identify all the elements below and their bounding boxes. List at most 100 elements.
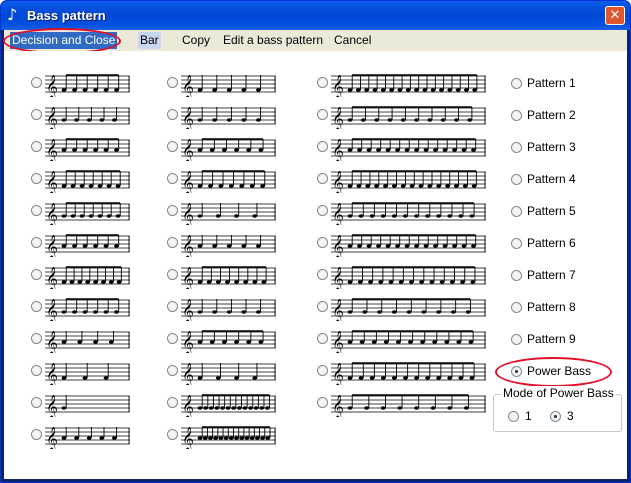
staff-notation: 𝄞 xyxy=(181,170,276,193)
staff-notation: 𝄞 xyxy=(331,138,486,161)
staff-pattern-radio[interactable] xyxy=(31,301,42,312)
mode-radio-3[interactable] xyxy=(550,411,561,422)
window-title: Bass pattern xyxy=(27,8,106,23)
staff-pattern-radio[interactable] xyxy=(167,173,178,184)
pattern-radio-8[interactable] xyxy=(511,302,522,313)
mode-group-title: Mode of Power Bass xyxy=(501,386,616,400)
staff-pattern-radio[interactable] xyxy=(167,237,178,248)
staff-pattern-radio[interactable] xyxy=(31,109,42,120)
staff-pattern-radio[interactable] xyxy=(31,173,42,184)
staff-pattern-radio[interactable] xyxy=(167,333,178,344)
staff-pattern-radio[interactable] xyxy=(317,365,328,376)
pattern-radio-2[interactable] xyxy=(511,110,522,121)
svg-text:𝄞: 𝄞 xyxy=(182,298,194,321)
svg-text:𝄞: 𝄞 xyxy=(182,362,194,385)
staff-pattern-radio[interactable] xyxy=(167,109,178,120)
staff-pattern-radio[interactable] xyxy=(317,205,328,216)
pattern-radio-6[interactable] xyxy=(511,238,522,249)
staff-notation: 𝄞 xyxy=(331,202,486,225)
menu-copy[interactable]: Copy xyxy=(180,32,212,49)
menu-bar-item[interactable]: Bar xyxy=(138,32,161,49)
staff-notation: 𝄞 xyxy=(331,330,486,353)
svg-text:𝄞: 𝄞 xyxy=(182,74,194,97)
staff-pattern-radio[interactable] xyxy=(31,333,42,344)
svg-text:𝄞: 𝄞 xyxy=(182,330,194,353)
staff-pattern-radio[interactable] xyxy=(167,77,178,88)
staff-pattern-radio[interactable] xyxy=(167,301,178,312)
pattern-radio-5[interactable] xyxy=(511,206,522,217)
pattern-radio-4[interactable] xyxy=(511,174,522,185)
staff-pattern-radio[interactable] xyxy=(317,269,328,280)
staff-pattern-radio[interactable] xyxy=(167,269,178,280)
svg-text:𝄞: 𝄞 xyxy=(332,266,344,289)
staff-notation: 𝄞 xyxy=(45,106,130,129)
pattern-label-2: Pattern 2 xyxy=(527,108,576,122)
staff-pattern-radio[interactable] xyxy=(317,301,328,312)
pattern-area: 𝄞 𝄞 𝄞 𝄞 𝄞 𝄞 𝄞 𝄞 𝄞 𝄞 𝄞 𝄞 𝄞 𝄞 𝄞 𝄞 𝄞 𝄞 𝄞 𝄞 𝄞 𝄞 𝄞 𝄞 𝄞 𝄞 𝄞 𝄞 𝄞 𝄞 𝄞 𝄞 𝄞 𝄞 𝄞 Patt… xyxy=(4,51,627,479)
staff-pattern-radio[interactable] xyxy=(167,205,178,216)
staff-notation: 𝄞 xyxy=(181,362,276,385)
svg-text:𝄞: 𝄞 xyxy=(46,394,58,417)
pattern-label-6: Pattern 6 xyxy=(527,236,576,250)
staff-pattern-radio[interactable] xyxy=(167,429,178,440)
staff-notation: 𝄞 xyxy=(45,74,130,97)
pattern-radio-1[interactable] xyxy=(511,78,522,89)
staff-notation: 𝄞 xyxy=(45,330,130,353)
bass-pattern-dialog: ♪ Bass pattern ✕ Decision and Close Bar … xyxy=(0,0,631,483)
staff-pattern-radio[interactable] xyxy=(317,109,328,120)
staff-pattern-radio[interactable] xyxy=(31,77,42,88)
staff-pattern-radio[interactable] xyxy=(167,141,178,152)
staff-notation: 𝄞 xyxy=(331,170,486,193)
svg-text:𝄞: 𝄞 xyxy=(332,170,344,193)
staff-pattern-radio[interactable] xyxy=(167,397,178,408)
close-button[interactable]: ✕ xyxy=(605,6,625,25)
svg-text:𝄞: 𝄞 xyxy=(332,394,344,417)
pattern-label-3: Pattern 3 xyxy=(527,140,576,154)
staff-notation: 𝄞 xyxy=(331,234,486,257)
staff-pattern-radio[interactable] xyxy=(31,237,42,248)
staff-notation: 𝄞 xyxy=(181,74,276,97)
staff-pattern-radio[interactable] xyxy=(31,141,42,152)
svg-text:𝄞: 𝄞 xyxy=(46,234,58,257)
staff-notation: 𝄞 xyxy=(45,202,130,225)
menu-cancel[interactable]: Cancel xyxy=(332,32,373,49)
svg-text:𝄞: 𝄞 xyxy=(182,170,194,193)
svg-text:𝄞: 𝄞 xyxy=(46,362,58,385)
svg-text:𝄞: 𝄞 xyxy=(332,234,344,257)
mode-radio-1[interactable] xyxy=(508,411,519,422)
pattern-radio-7[interactable] xyxy=(511,270,522,281)
pattern-label-8: Pattern 8 xyxy=(527,300,576,314)
svg-text:𝄞: 𝄞 xyxy=(46,298,58,321)
menu-edit-bass-pattern[interactable]: Edit a bass pattern xyxy=(221,32,325,49)
title-bar[interactable]: ♪ Bass pattern ✕ xyxy=(1,1,630,30)
svg-text:𝄞: 𝄞 xyxy=(182,202,194,225)
staff-pattern-radio[interactable] xyxy=(31,429,42,440)
staff-pattern-radio[interactable] xyxy=(31,205,42,216)
staff-pattern-radio[interactable] xyxy=(317,333,328,344)
staff-pattern-radio[interactable] xyxy=(317,237,328,248)
staff-pattern-radio[interactable] xyxy=(31,365,42,376)
staff-pattern-radio[interactable] xyxy=(31,269,42,280)
pattern-radio-9[interactable] xyxy=(511,334,522,345)
svg-text:𝄞: 𝄞 xyxy=(46,330,58,353)
svg-text:𝄞: 𝄞 xyxy=(46,106,58,129)
staff-pattern-radio[interactable] xyxy=(167,365,178,376)
staff-pattern-radio[interactable] xyxy=(317,173,328,184)
mode-label-3: 3 xyxy=(567,409,574,423)
menu-decision-and-close[interactable]: Decision and Close xyxy=(10,32,118,49)
mode-of-power-bass-group: Mode of Power Bass 1 3 xyxy=(493,386,622,432)
mode-label-1: 1 xyxy=(525,409,532,423)
staff-pattern-radio[interactable] xyxy=(317,397,328,408)
pattern-radio-3[interactable] xyxy=(511,142,522,153)
staff-pattern-radio[interactable] xyxy=(31,397,42,408)
annotation-ellipse-power-bass xyxy=(495,357,612,387)
svg-text:𝄞: 𝄞 xyxy=(332,362,344,385)
staff-pattern-radio[interactable] xyxy=(317,141,328,152)
staff-notation: 𝄞 xyxy=(181,426,276,449)
svg-text:𝄞: 𝄞 xyxy=(332,74,344,97)
pattern-label-4: Pattern 4 xyxy=(527,172,576,186)
staff-notation: 𝄞 xyxy=(45,362,130,385)
staff-pattern-radio[interactable] xyxy=(317,77,328,88)
staff-notation: 𝄞 xyxy=(181,298,276,321)
staff-notation: 𝄞 xyxy=(331,106,486,129)
